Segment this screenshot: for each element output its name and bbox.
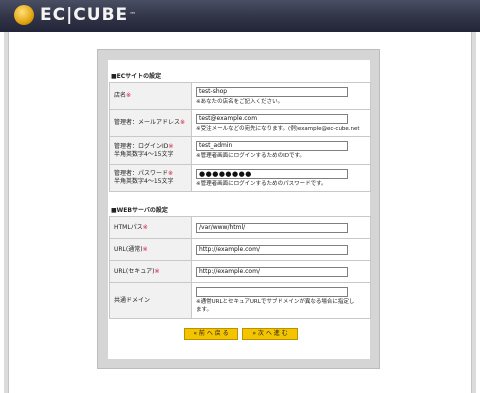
table-row: HTMLパス※ /var/www/html/ bbox=[109, 216, 371, 239]
table-row: 管理者：パスワード※ 半角英数字4～15文字 ●●●●●●●● ※管理者画面にロ… bbox=[109, 164, 371, 192]
app-header: EC|CUBE ™ bbox=[0, 0, 480, 32]
html-path-label: HTMLパス※ bbox=[109, 216, 192, 239]
table-row: 共通ドメイン ※通常URLとセキュアURLでサブドメインが異なる場合に指定します… bbox=[109, 282, 371, 319]
admin-email-label: 管理者：メールアドレス※ bbox=[109, 109, 192, 137]
right-frame-bar bbox=[471, 32, 476, 393]
section-title-web: ■WEBサーバの設定 bbox=[111, 207, 168, 214]
admin-password-note: ※管理者画面にログインするためのパスワードです。 bbox=[196, 180, 327, 187]
back-button[interactable]: « 前 へ 戻 る bbox=[184, 328, 238, 340]
common-domain-label: 共通ドメイン bbox=[109, 282, 192, 319]
admin-login-id-input[interactable]: test_admin bbox=[196, 141, 348, 151]
url-secure-input[interactable]: http://example.com/ bbox=[196, 266, 348, 277]
section-title-ec: ■ECサイトの設定 bbox=[111, 73, 162, 80]
table-row: URL(通常)※ http://example.com/ bbox=[109, 238, 371, 261]
shop-name-input[interactable]: test-shop bbox=[196, 86, 348, 97]
left-frame-bar bbox=[4, 32, 9, 393]
admin-login-id-note: ※管理者画面にログインするためのIDです。 bbox=[196, 153, 305, 159]
admin-login-id-label: 管理者：ログインID※ 半角英数字4～15文字 bbox=[109, 136, 192, 165]
common-domain-note: ※通常URLとセキュアURLでサブドメインが異なる場合に指定します。 bbox=[196, 299, 355, 313]
ec-settings-table: 店名※ test-shop ※あなたの店名をご記入ください。 管理者：メールアド… bbox=[109, 82, 371, 192]
next-button[interactable]: » 次 へ 進 む bbox=[242, 328, 298, 340]
table-row: 管理者：メールアドレス※ test@example.com ※受注メールなどの宛… bbox=[109, 109, 371, 137]
admin-email-note: ※受注メールなどの宛先になります。(例)example@ec-cube.net bbox=[196, 125, 360, 132]
ec-cube-logo: EC|CUBE ™ bbox=[14, 5, 136, 25]
logo-trademark: ™ bbox=[129, 11, 137, 19]
url-normal-input[interactable]: http://example.com/ bbox=[196, 244, 348, 255]
admin-password-label: 管理者：パスワード※ 半角英数字4～15文字 bbox=[109, 164, 192, 192]
shop-name-note: ※あなたの店名をご記入ください。 bbox=[196, 98, 284, 105]
url-secure-label: URL(セキュア)※ bbox=[109, 260, 192, 283]
cube-logo-icon bbox=[14, 5, 34, 25]
web-settings-table: HTMLパス※ /var/www/html/ URL(通常)※ http://e… bbox=[109, 216, 371, 319]
html-path-input[interactable]: /var/www/html/ bbox=[196, 222, 348, 233]
shop-name-label: 店名※ bbox=[109, 82, 192, 110]
common-domain-input[interactable] bbox=[196, 287, 348, 297]
admin-password-input[interactable]: ●●●●●●●● bbox=[196, 168, 348, 179]
admin-email-input[interactable]: test@example.com bbox=[196, 113, 348, 124]
table-row: URL(セキュア)※ http://example.com/ bbox=[109, 260, 371, 283]
logo-text: EC|CUBE bbox=[40, 5, 129, 25]
table-row: 店名※ test-shop ※あなたの店名をご記入ください。 bbox=[109, 82, 371, 110]
url-normal-label: URL(通常)※ bbox=[109, 238, 192, 261]
table-row: 管理者：ログインID※ 半角英数字4～15文字 test_admin ※管理者画… bbox=[109, 136, 371, 165]
